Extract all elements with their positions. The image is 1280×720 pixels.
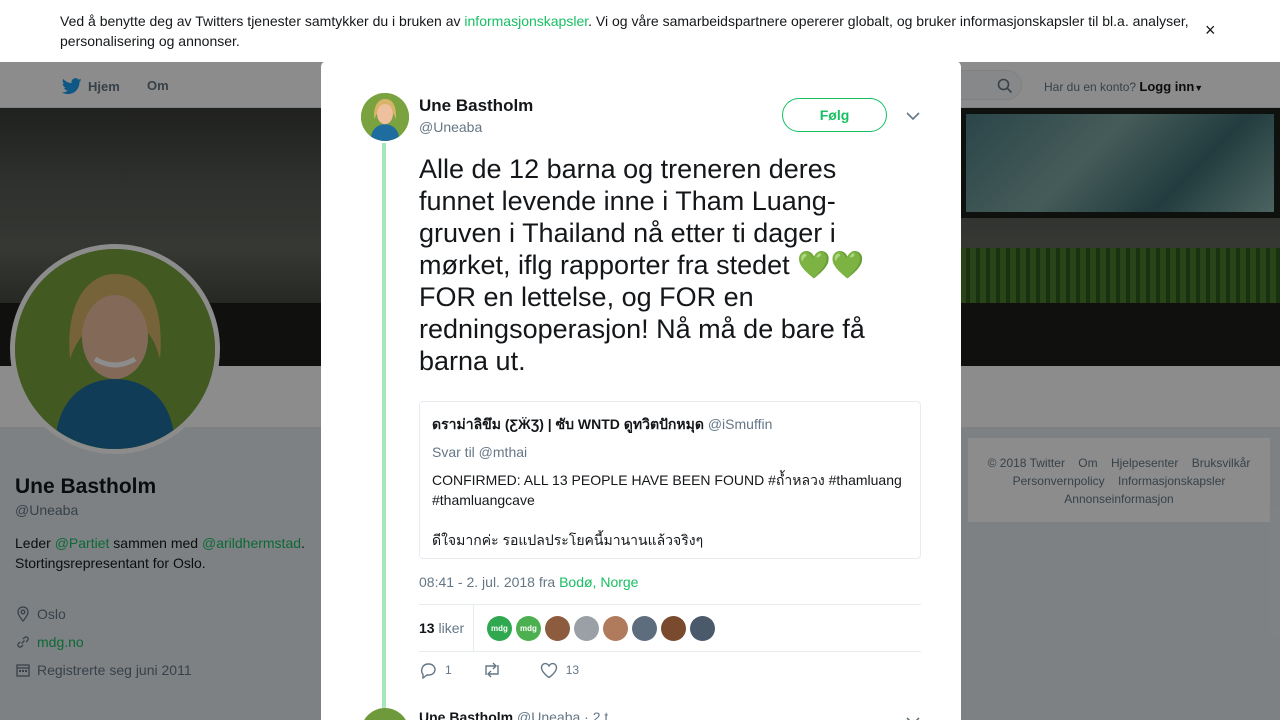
retweet-icon (484, 662, 499, 678)
like-button[interactable]: 13 (540, 662, 579, 679)
liker-avatar[interactable] (574, 616, 599, 641)
next-tweet-avatar[interactable] (361, 708, 409, 720)
tweet-text-part: FOR en lettelse, og FOR en redningsopera… (419, 282, 865, 376)
tweet-author-avatar[interactable] (361, 93, 409, 141)
retweet-button[interactable] (482, 661, 510, 679)
next-tweet-handle[interactable]: @Uneaba (517, 709, 580, 720)
reply-button[interactable]: 1 (419, 661, 452, 679)
quoted-author: ดราม่าลิขึม (ƸӜƷ) | ซับ WNTD ดูทวิตปักหม… (432, 414, 908, 436)
likes-count[interactable]: 13 liker (419, 620, 464, 636)
close-modal-button[interactable]: ✕ (1234, 11, 1257, 39)
stats-divider (473, 605, 474, 651)
thread-line (382, 143, 386, 713)
timestamp-text: 08:41 - 2. jul. 2018 fra (419, 574, 560, 590)
quoted-author-handle: @iSmuffin (707, 416, 773, 432)
follow-button[interactable]: Følg (782, 98, 887, 132)
next-tweet-time[interactable]: · 2 t (584, 709, 608, 720)
liker-avatar[interactable] (603, 616, 628, 641)
tweet-text-part: Alle de 12 barna og treneren deres funne… (419, 154, 837, 280)
chevron-down-icon[interactable] (906, 108, 920, 124)
liker-avatar[interactable] (632, 616, 657, 641)
place-link[interactable]: Bodø, Norge (559, 574, 638, 590)
quoted-text: CONFIRMED: ALL 13 PEOPLE HAVE BEEN FOUND… (432, 472, 902, 548)
cookie-text-before: Ved å benytte deg av Twitters tjenester … (60, 13, 465, 29)
liker-avatar[interactable]: mdg (516, 616, 541, 641)
tweet-author-handle[interactable]: @Uneaba (419, 119, 482, 135)
quoted-author-name: ดราม่าลิขึม (ƸӜƷ) | ซับ WNTD ดูทวิตปักหม… (432, 416, 704, 432)
quoted-reply-to: Svar til @mthai (432, 444, 528, 460)
cookie-text: Ved å benytte deg av Twitters tjenester … (60, 11, 1200, 51)
heart-icon (540, 662, 557, 678)
tweet-modal: Une Bastholm @Uneaba Følg Alle de 12 bar… (321, 61, 961, 720)
tweet-text: Alle de 12 barna og treneren deres funne… (419, 153, 899, 377)
next-tweet-header: Une Bastholm @Uneaba · 2 t (419, 709, 608, 720)
like-count: 13 (565, 663, 580, 677)
liker-avatar[interactable] (545, 616, 570, 641)
liker-avatar[interactable]: mdg (487, 616, 512, 641)
liker-avatar[interactable] (661, 616, 686, 641)
avatar-photo (361, 93, 409, 141)
cookie-policy-link[interactable]: informasjonskapsler (464, 13, 588, 29)
tweet-actions: 1 13 (419, 661, 609, 679)
green-heart-emoji: 💚💚 (797, 250, 865, 280)
tweet-timestamp: 08:41 - 2. jul. 2018 fra Bodø, Norge (419, 574, 638, 590)
likes-number: 13 (419, 620, 435, 636)
reply-count: 1 (445, 663, 452, 677)
tweet-stats: 13 liker mdg mdg (419, 604, 921, 652)
cookie-banner: Ved å benytte deg av Twitters tjenester … (0, 0, 1280, 62)
quoted-tweet[interactable]: ดราม่าลิขึม (ƸӜƷ) | ซับ WNTD ดูทวิตปักหม… (419, 401, 921, 559)
tweet-author-name[interactable]: Une Bastholm (419, 96, 533, 116)
liker-avatar[interactable] (690, 616, 715, 641)
reply-icon (420, 663, 436, 679)
cookie-close-button[interactable]: × (1205, 20, 1216, 40)
next-tweet-name[interactable]: Une Bastholm (419, 709, 513, 720)
chevron-down-icon[interactable] (906, 713, 920, 720)
likes-label: liker (438, 620, 465, 636)
